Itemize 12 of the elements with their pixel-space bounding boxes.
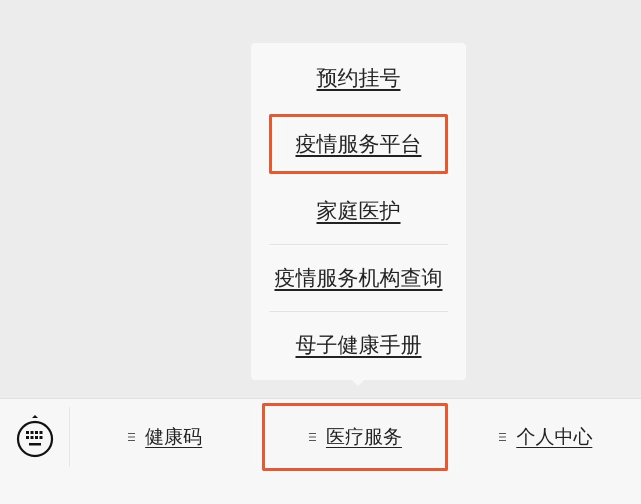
- menu-bar-item[interactable]: 医疗服务: [262, 403, 448, 471]
- menu-icon: [128, 432, 136, 442]
- submenu-item[interactable]: 疫情服务平台: [269, 114, 448, 174]
- submenu-item[interactable]: 预约挂号: [269, 48, 448, 108]
- menu-icon: [308, 432, 316, 442]
- submenu-item[interactable]: 家庭医护: [269, 180, 448, 240]
- menu-bar-item[interactable]: 个人中心: [452, 403, 639, 471]
- menu-icon: [499, 432, 506, 442]
- menu-bar-item[interactable]: 健康码: [72, 403, 258, 471]
- keyboard-icon[interactable]: [16, 414, 54, 460]
- submenu-item[interactable]: 母子健康手册: [269, 314, 448, 375]
- submenu-item[interactable]: 疫情服务机构查询: [269, 248, 448, 308]
